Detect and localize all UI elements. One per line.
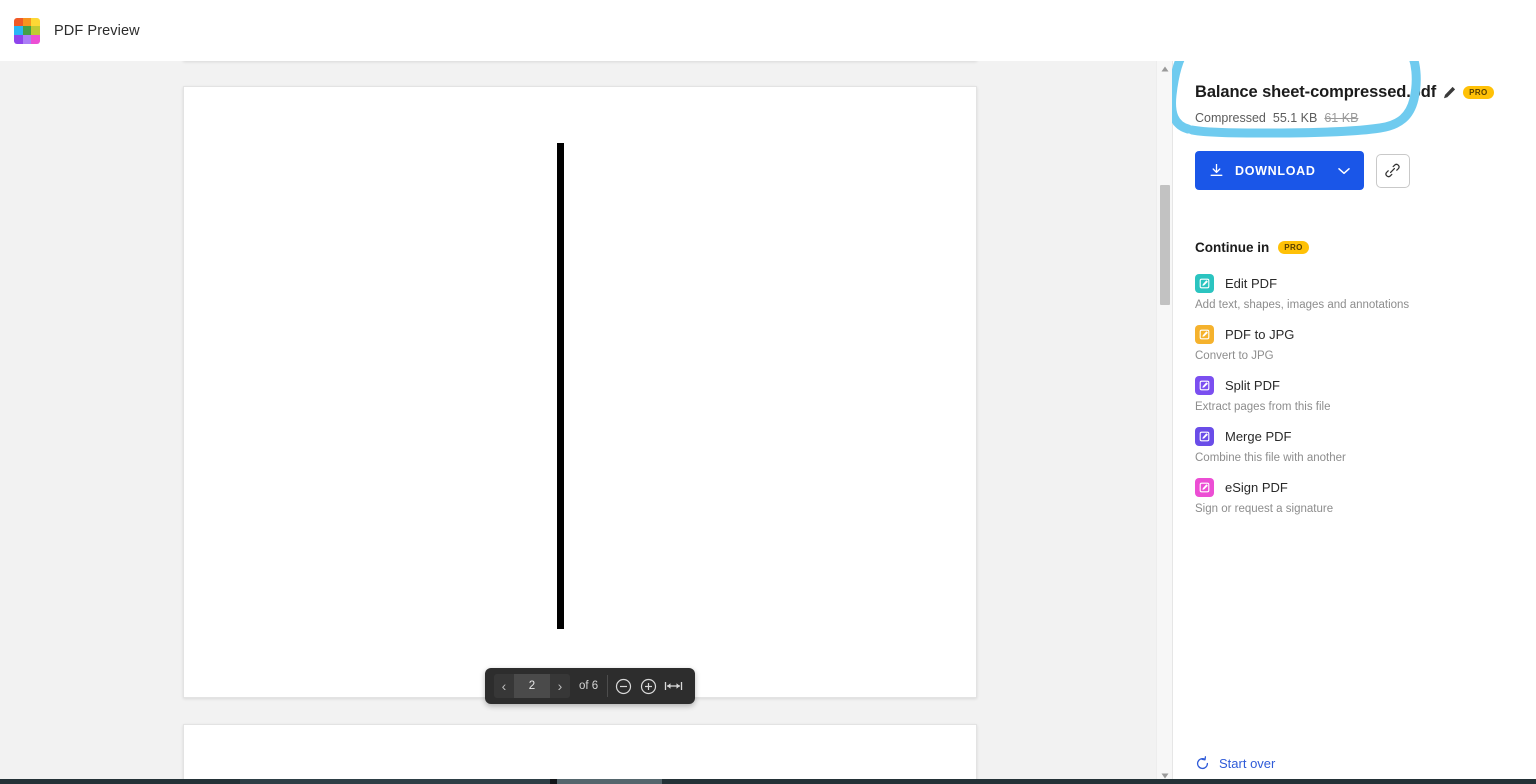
compressed-label: Compressed xyxy=(1195,111,1266,125)
esign-pdf-icon xyxy=(1195,478,1214,497)
chevron-down-icon xyxy=(1337,167,1350,174)
tool-item-pdf-to-jpg[interactable]: PDF to JPG Convert to JPG xyxy=(1195,325,1512,362)
tool-header: Merge PDF xyxy=(1195,427,1512,446)
tool-description: Combine this file with another xyxy=(1195,452,1346,464)
os-taskbar xyxy=(0,779,1536,784)
zoom-out-button[interactable] xyxy=(611,673,636,699)
tool-description: Add text, shapes, images and annotations xyxy=(1195,299,1410,311)
pdf-page-next xyxy=(183,724,977,784)
zoom-out-icon xyxy=(616,678,632,694)
merge-pdf-icon xyxy=(1195,427,1214,446)
download-icon xyxy=(1210,164,1223,176)
zoom-in-button[interactable] xyxy=(636,673,661,699)
tool-header: eSign PDF xyxy=(1195,478,1512,497)
restart-arrow-icon xyxy=(1197,756,1209,770)
continue-in-pro-header: Continue in PRO xyxy=(1195,240,1512,255)
tool-item-esign-pdf[interactable]: eSign PDF Sign or request a signature xyxy=(1195,478,1512,515)
app-title: PDF Preview xyxy=(54,22,140,39)
fit-width-button[interactable] xyxy=(661,673,686,699)
tool-item-split-pdf[interactable]: Split PDF Extract pages from this file xyxy=(1195,376,1512,413)
continue-label: Continue in xyxy=(1195,240,1270,255)
previous-page-button[interactable]: ‹ xyxy=(494,674,514,698)
logo-cell-3 xyxy=(14,26,23,35)
app-logo-icon xyxy=(14,17,40,44)
taskbar-segment-b xyxy=(552,779,662,784)
start-over-button[interactable]: Start over xyxy=(1195,756,1275,771)
logo-cell-8 xyxy=(31,34,40,44)
zoom-in-icon xyxy=(641,678,657,694)
scrollbar-thumb[interactable] xyxy=(1160,185,1170,305)
pdf-page-current xyxy=(183,86,977,698)
fit-width-icon xyxy=(665,682,683,690)
app-root: PDF Preview ‹ › of 6 xyxy=(0,0,1536,784)
details-panel: Balance sheet-compressed.pdf PRO Compres… xyxy=(1168,22,1536,784)
tool-name: eSign PDF xyxy=(1225,480,1288,495)
logo-cell-2 xyxy=(31,17,40,27)
tool-name: Split PDF xyxy=(1225,378,1280,393)
pdf-to-jpg-icon xyxy=(1195,325,1214,344)
page-number-input[interactable] xyxy=(514,674,550,698)
download-button[interactable]: DOWNLOAD xyxy=(1195,151,1364,190)
tool-name: Merge PDF xyxy=(1225,429,1292,444)
file-name: Balance sheet-compressed.pdf xyxy=(1195,83,1437,101)
tool-description: Extract pages from this file xyxy=(1195,401,1331,413)
details-panel-content: Balance sheet-compressed.pdf PRO Compres… xyxy=(1168,22,1536,515)
logo-cell-5 xyxy=(31,26,40,35)
rename-pencil-icon[interactable] xyxy=(1443,86,1456,99)
continue-pro-badge: PRO xyxy=(1278,241,1309,254)
tool-item-merge-pdf[interactable]: Merge PDF Combine this file with another xyxy=(1195,427,1512,464)
original-file-size: 61 KB xyxy=(1324,111,1359,125)
file-size-row: Compressed 55.1 KB 61 KB xyxy=(1195,111,1512,125)
tool-item-edit-pdf[interactable]: Edit PDF Add text, shapes, images and ann… xyxy=(1195,274,1512,311)
total-pages-label: of 6 xyxy=(579,680,599,692)
logo-cell-6 xyxy=(14,34,23,44)
download-label: DOWNLOAD xyxy=(1235,163,1316,178)
app-header: PDF Preview xyxy=(0,0,1536,61)
tool-header: Edit PDF xyxy=(1195,274,1512,293)
new-file-size: 55.1 KB xyxy=(1272,111,1318,125)
tool-header: PDF to JPG xyxy=(1195,325,1512,344)
edit-pdf-icon xyxy=(1195,274,1214,293)
action-buttons-row: DOWNLOAD xyxy=(1168,22,1512,190)
start-over-label: Start over xyxy=(1219,756,1276,771)
logo-cell-0 xyxy=(14,17,23,27)
tool-list: Edit PDF Add text, shapes, images and ann… xyxy=(1195,274,1512,515)
file-title-row: Balance sheet-compressed.pdf PRO xyxy=(1195,83,1512,102)
tool-description: Sign or request a signature xyxy=(1195,503,1334,515)
logo-cell-1 xyxy=(22,17,32,27)
link-chain-icon xyxy=(1385,163,1400,178)
download-options-caret-icon[interactable] xyxy=(1336,167,1360,175)
pdf-page-content-line xyxy=(557,143,564,629)
taskbar-segment-c xyxy=(550,779,557,784)
toolbar-divider xyxy=(607,675,609,697)
pro-badge: PRO xyxy=(1463,86,1494,99)
split-pdf-icon xyxy=(1195,376,1214,395)
page-nav-group: ‹ › xyxy=(494,674,570,698)
copy-link-button[interactable] xyxy=(1375,153,1410,188)
next-page-button[interactable]: › xyxy=(550,674,570,698)
tool-description: Convert to JPG xyxy=(1195,350,1274,362)
pdf-pagination-toolbar: ‹ › of 6 xyxy=(485,668,696,704)
tool-name: PDF to JPG xyxy=(1225,327,1295,342)
scroll-up-arrow-icon[interactable] xyxy=(1157,61,1173,77)
taskbar-segment-a xyxy=(240,779,590,784)
logo-cell-4 xyxy=(22,26,32,35)
viewer-scrollbar[interactable] xyxy=(1156,61,1172,784)
tool-name: Edit PDF xyxy=(1225,276,1278,291)
logo-cell-7 xyxy=(22,34,32,44)
tool-header: Split PDF xyxy=(1195,376,1512,395)
